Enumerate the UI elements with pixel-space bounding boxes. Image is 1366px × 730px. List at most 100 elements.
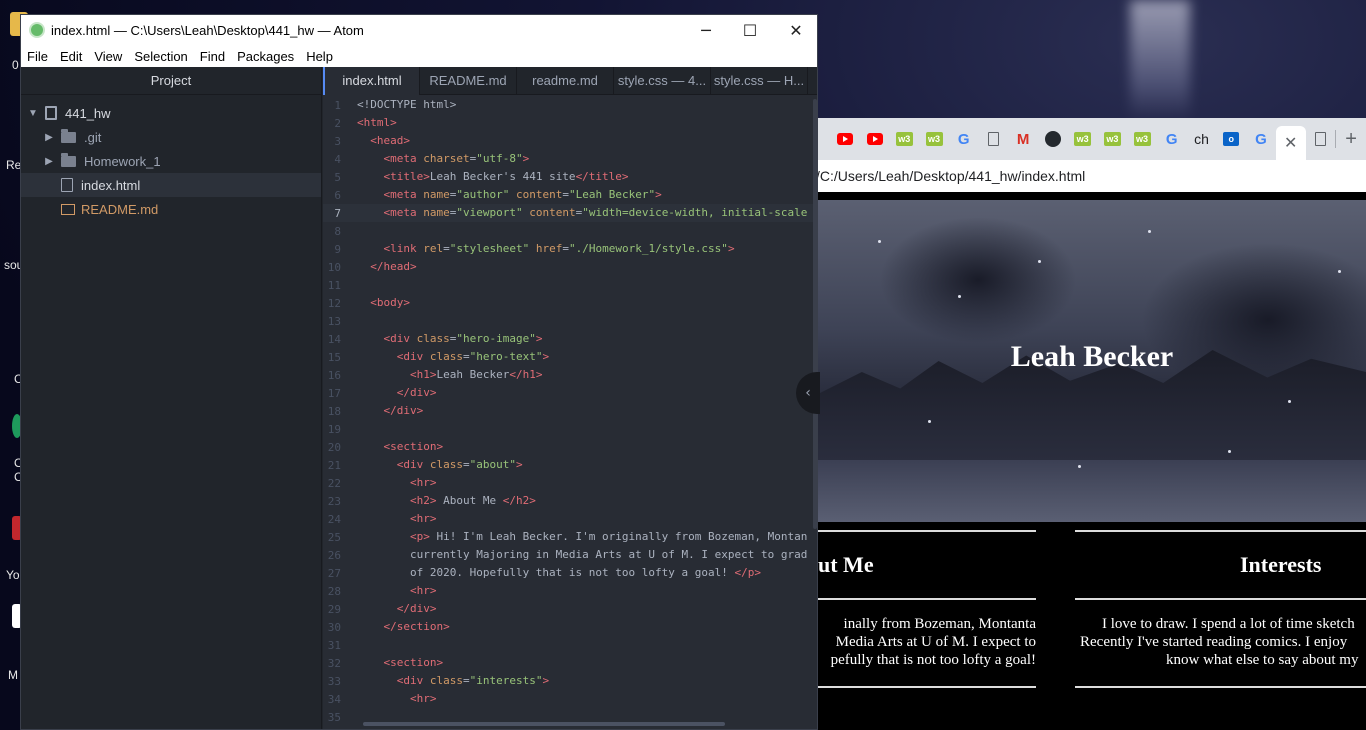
- tree-item-git[interactable]: ▶ .git: [21, 125, 321, 149]
- code-line: 6 <meta name="author" content="Leah Beck…: [323, 186, 817, 204]
- code-line: 20 <section>: [323, 438, 817, 456]
- tab-style-css-homework[interactable]: style.css — H...: [711, 67, 808, 95]
- line-number: 5: [334, 170, 341, 184]
- tab-style-css-root[interactable]: style.css — 4...: [614, 67, 711, 95]
- horizontal-scrollbar[interactable]: [363, 722, 725, 726]
- tab-readme-upper[interactable]: README.md: [420, 67, 517, 95]
- snowflake: [1038, 260, 1041, 263]
- tree-item-readme[interactable]: README.md: [21, 197, 321, 221]
- maximize-button[interactable]: ☐: [727, 15, 773, 45]
- minimize-button[interactable]: ─: [683, 15, 729, 45]
- tab-active[interactable]: ✕: [1275, 126, 1306, 160]
- menu-file[interactable]: File: [21, 49, 54, 64]
- code-line: 15 <div class="hero-text">: [323, 348, 817, 366]
- title-bar[interactable]: index.html — C:\Users\Leah\Desktop\441_h…: [21, 15, 817, 45]
- about-line: inally from Bozeman, Montanta: [843, 616, 1036, 632]
- browser-tab-strip: w3 w3 G M w3 w3 w3 G ch o G ✕ +: [760, 118, 1366, 160]
- code-editor[interactable]: 1 <!DOCTYPE html> 2 <html> 3 <head> 4 <met…: [323, 95, 817, 729]
- tab-youtube[interactable]: [860, 124, 890, 154]
- tab-document[interactable]: [979, 124, 1009, 154]
- tab-document[interactable]: [1306, 124, 1336, 154]
- line-number: 27: [327, 566, 341, 580]
- repo-icon: [45, 106, 57, 120]
- tree-item-homework[interactable]: ▶ Homework_1: [21, 149, 321, 173]
- menu-view[interactable]: View: [88, 49, 128, 64]
- tab-w3schools[interactable]: w3: [1127, 124, 1157, 154]
- tab-google[interactable]: G: [1157, 124, 1187, 154]
- web-page: Leah Becker ut Me inally from Bozeman, M…: [760, 200, 1366, 730]
- tab-w3schools[interactable]: w3: [889, 124, 919, 154]
- line-number: 25: [327, 530, 341, 544]
- window-title: index.html — C:\Users\Leah\Desktop\441_h…: [51, 22, 364, 38]
- line-number: 2: [334, 116, 341, 130]
- tab-index-html[interactable]: index.html: [323, 67, 420, 95]
- code-line: 11: [323, 276, 817, 294]
- line-number: 15: [327, 350, 341, 364]
- line-number: 9: [334, 242, 341, 256]
- menu-packages[interactable]: Packages: [231, 49, 300, 64]
- new-tab-button[interactable]: +: [1336, 124, 1366, 154]
- hero-image: Leah Becker: [818, 200, 1366, 522]
- tab-ch[interactable]: ch: [1187, 124, 1217, 154]
- address-bar[interactable]: /C:/Users/Leah/Desktop/441_hw/index.html: [760, 160, 1366, 192]
- menu-selection[interactable]: Selection: [128, 49, 193, 64]
- chevron-right-icon: ▶: [45, 155, 53, 167]
- tab-w3schools[interactable]: w3: [1097, 124, 1127, 154]
- code-line: 17 </div>: [323, 384, 817, 402]
- w3schools-icon: w3: [1074, 132, 1092, 146]
- w3schools-icon: w3: [925, 132, 943, 146]
- about-heading: ut Me: [818, 552, 874, 577]
- tree-item-label: 441_hw: [65, 105, 111, 121]
- line-number: 16: [327, 368, 341, 382]
- line-number: 28: [327, 584, 341, 598]
- menu-help[interactable]: Help: [300, 49, 339, 64]
- tab-w3schools[interactable]: w3: [919, 124, 949, 154]
- desktop-label: 0: [12, 58, 19, 72]
- youtube-icon: [866, 133, 883, 145]
- project-header: Project: [21, 67, 321, 95]
- interests-rule: [1075, 530, 1366, 532]
- menu-edit[interactable]: Edit: [54, 49, 88, 64]
- close-window-button[interactable]: ✕: [773, 15, 817, 45]
- interests-rule: [1075, 686, 1366, 688]
- code-line: 24 <hr>: [323, 510, 817, 528]
- tab-outlook[interactable]: o: [1216, 124, 1246, 154]
- code-line: 14 <div class="hero-image">: [323, 330, 817, 348]
- code-line: 27 of 2020. Hopefully that is not too lo…: [323, 564, 817, 582]
- tree-item-root[interactable]: ▼ 441_hw: [21, 101, 321, 125]
- line-number: 23: [327, 494, 341, 508]
- chevron-left-icon: ‹: [805, 385, 811, 401]
- project-tree: Project ▼ 441_hw ▶ .git ▶ Homework_1 ind…: [21, 67, 322, 729]
- code-line: 23 <h2> About Me </h2>: [323, 492, 817, 510]
- menu-find[interactable]: Find: [194, 49, 231, 64]
- desktop-label: M: [8, 668, 18, 682]
- line-number: 18: [327, 404, 341, 418]
- code-line: 12 <body>: [323, 294, 817, 312]
- youtube-icon: [836, 133, 853, 145]
- tab-github[interactable]: [1038, 124, 1068, 154]
- tab-google[interactable]: G: [949, 124, 979, 154]
- about-line: Media Arts at U of M. I expect to: [835, 634, 1036, 650]
- line-number: 12: [327, 296, 341, 310]
- code-line: 19: [323, 420, 817, 438]
- tab-w3schools[interactable]: w3: [1068, 124, 1098, 154]
- menu-bar: File Edit View Selection Find Packages H…: [21, 45, 817, 67]
- line-number: 31: [327, 638, 341, 652]
- interests-line: know what else to say about my: [1166, 652, 1359, 668]
- line-number: 3: [334, 134, 341, 148]
- tab-google[interactable]: G: [1246, 124, 1276, 154]
- outlook-icon: o: [1223, 132, 1240, 146]
- close-icon[interactable]: ✕: [1284, 133, 1297, 153]
- code-line: 9 <link rel="stylesheet" href="./Homewor…: [323, 240, 817, 258]
- github-icon: [1044, 131, 1061, 147]
- tab-gmail[interactable]: M: [1008, 124, 1038, 154]
- google-icon: G: [957, 130, 970, 148]
- code-line: 3 <head>: [323, 132, 817, 150]
- gmail-icon: M: [1016, 130, 1030, 148]
- vertical-scrollbar[interactable]: [813, 99, 817, 529]
- tab-youtube[interactable]: [830, 124, 860, 154]
- tree-item-index[interactable]: index.html: [21, 173, 321, 197]
- line-number: 8: [334, 224, 341, 238]
- tab-readme-lower[interactable]: readme.md: [517, 67, 614, 95]
- line-number: 29: [327, 602, 341, 616]
